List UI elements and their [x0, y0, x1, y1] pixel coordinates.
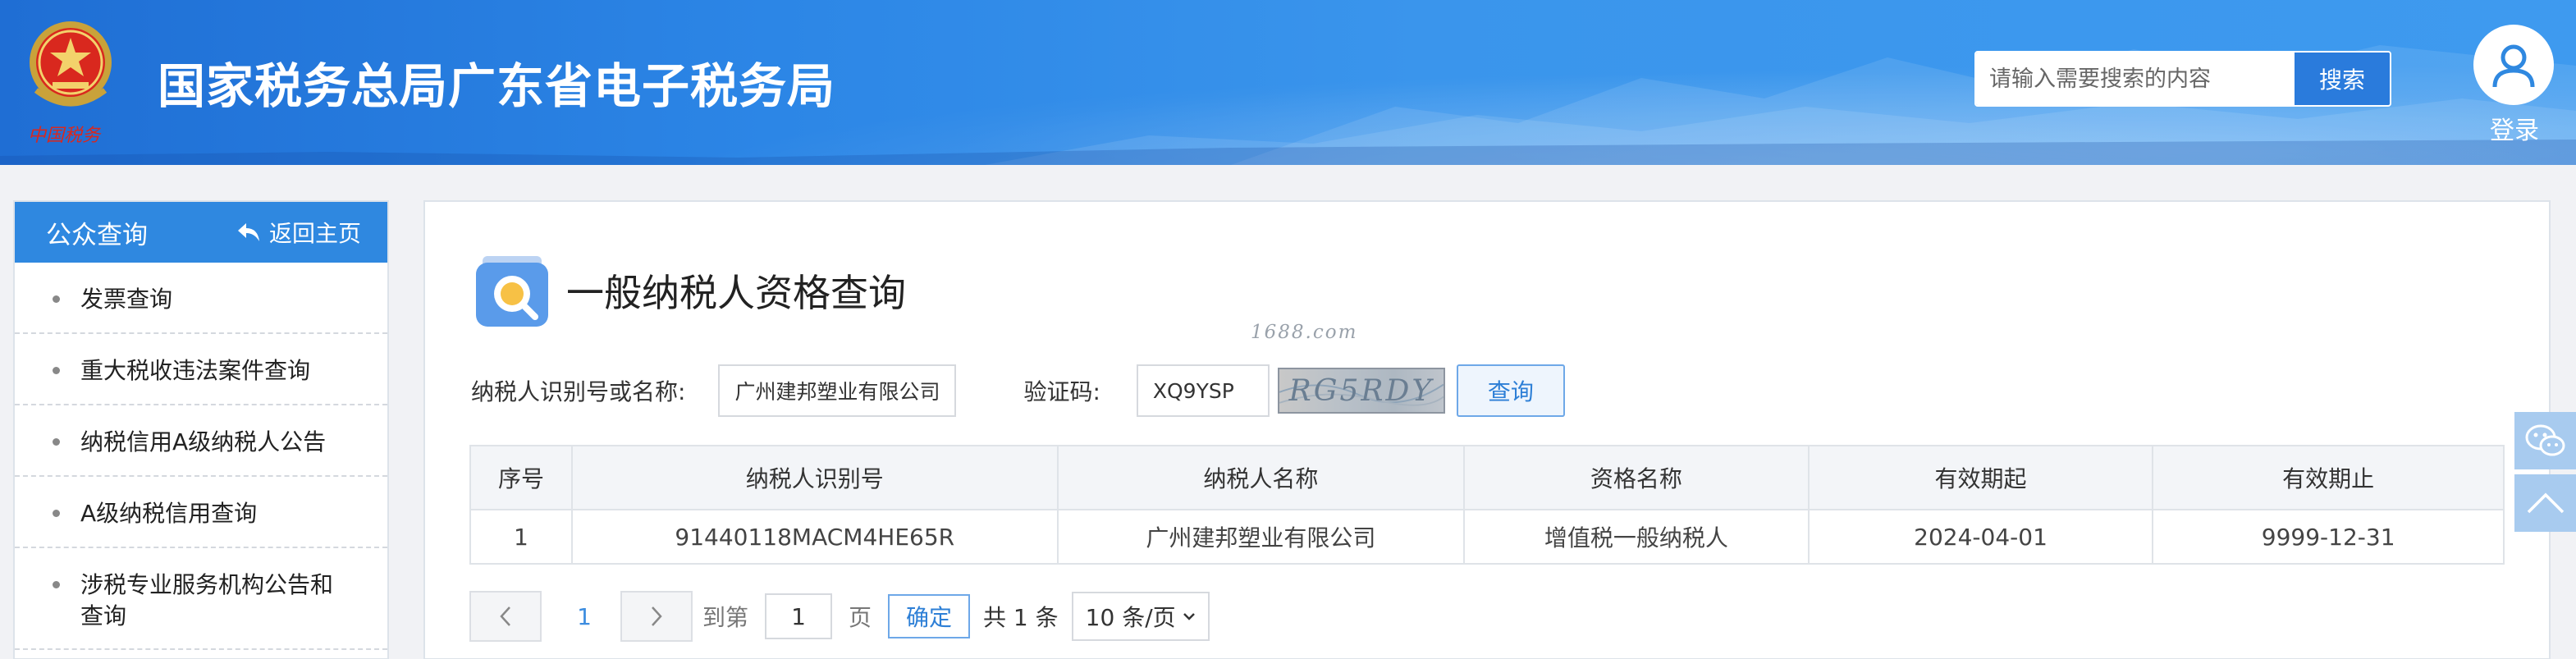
sidebar-item-label: 重大税收违法案件查询 [80, 356, 311, 384]
site-header: 中国税务 国家税务总局广东省电子税务局 搜索 登录 [0, 0, 2576, 165]
back-home-label: 返回主页 [268, 220, 361, 247]
bullet-dot [53, 510, 60, 517]
goto-label: 到第 [702, 604, 749, 631]
login-button[interactable]: 登录 [2473, 25, 2555, 146]
back-to-top-button[interactable] [2514, 474, 2576, 532]
captcha-text: RG5RDY [1288, 373, 1434, 408]
main-panel: 一般纳税人资格查询 1688.com 纳税人识别号或名称: 验证码: RG5RD… [423, 200, 2551, 659]
bullet-dot [53, 438, 60, 446]
bullet-dot [53, 367, 60, 374]
taxpayer-input[interactable] [718, 364, 957, 417]
query-button[interactable]: 查询 [1456, 364, 1565, 417]
header-search: 搜索 [1974, 51, 2391, 107]
taxpayer-label: 纳税人识别号或名称: [471, 378, 686, 405]
page-heading: 一般纳税人资格查询 [474, 253, 906, 328]
table-cell: 广州建邦塑业有限公司 [1056, 509, 1466, 565]
site-title: 国家税务总局广东省电子税务局 [158, 58, 836, 114]
captcha-input[interactable] [1136, 364, 1270, 417]
sidebar-item-major-violations[interactable]: 重大税收违法案件查询 [15, 334, 387, 405]
wechat-icon [2525, 424, 2565, 456]
sidebar-header: 公众查询 返回主页 [15, 202, 387, 263]
sidebar-item-label: 涉税专业服务机构公告和查询 [80, 571, 334, 629]
emblem-script-text: 中国税务 [28, 126, 102, 146]
search-button[interactable]: 搜索 [2293, 53, 2390, 105]
goto-confirm-button[interactable]: 确定 [888, 594, 971, 638]
tax-emblem-logo: 中国税务 [28, 21, 112, 146]
back-arrow-icon [237, 223, 259, 241]
column-header: 纳税人识别号 [570, 445, 1059, 510]
bullet-dot [53, 295, 60, 303]
sidebar-item-invoice-query[interactable]: 发票查询 [15, 263, 387, 334]
page-size-select[interactable]: 10 条/页 [1071, 592, 1210, 641]
query-form: 纳税人识别号或名称: 验证码: RG5RDY 查询 [471, 364, 1565, 417]
sidebar-item-label: 纳税信用A级纳税人公告 [80, 428, 327, 455]
back-home-link[interactable]: 返回主页 [236, 216, 361, 249]
sidebar-item-agency-query[interactable]: 涉税专业服务机构公告和查询 [15, 548, 387, 650]
total-count: 共 1 条 [983, 604, 1059, 631]
table-cell: 增值税一般纳税人 [1463, 509, 1810, 565]
column-header: 资格名称 [1463, 445, 1810, 510]
captcha-label: 验证码: [1023, 378, 1100, 405]
table-cell: 91440118MACM4HE65R [570, 509, 1059, 565]
prev-page-button[interactable] [469, 591, 542, 642]
user-icon [2473, 25, 2554, 105]
search-query-icon [476, 256, 548, 327]
login-label: 登录 [2490, 117, 2539, 145]
column-header: 有效期止 [2152, 445, 2505, 510]
watermark: 1688.com [1251, 322, 1358, 343]
bullet-dot [53, 581, 60, 588]
table-header-row: 序号 纳税人识别号 纳税人名称 资格名称 有效期起 有效期止 [469, 445, 2505, 510]
next-page-button[interactable] [620, 591, 693, 642]
pagination: 1 到第 页 确定 共 1 条 10 条/页 [469, 591, 1210, 642]
sidebar-item-a-credit-query[interactable]: A级纳税信用查询 [15, 477, 387, 548]
sidebar-item-label: 发票查询 [80, 285, 173, 313]
table-cell: 1 [469, 509, 573, 565]
page-title: 一般纳税人资格查询 [566, 271, 906, 315]
sidebar-menu: 发票查询 重大税收违法案件查询 纳税信用A级纳税人公告 A级纳税信用查询 涉税专… [15, 263, 387, 650]
column-header: 有效期起 [1807, 445, 2154, 510]
chevron-down-icon [1183, 613, 1195, 620]
page-unit-label: 页 [849, 604, 872, 631]
page-size-value: 10 条/页 [1085, 604, 1176, 631]
chevron-up-icon [2527, 492, 2564, 514]
sidebar: 公众查询 返回主页 发票查询 重大税收违法案件查询 纳税信用A级纳税人公告 A级… [13, 200, 389, 659]
table-row: 1 91440118MACM4HE65R 广州建邦塑业有限公司 增值税一般纳税人… [469, 509, 2505, 565]
table-cell: 2024-04-01 [1807, 509, 2154, 565]
sidebar-item-label: A级纳税信用查询 [80, 499, 258, 527]
floating-tools [2514, 412, 2576, 537]
column-header: 序号 [469, 445, 573, 510]
captcha-image[interactable]: RG5RDY [1277, 368, 1445, 414]
sidebar-item-a-credit-notice[interactable]: 纳税信用A级纳税人公告 [15, 405, 387, 477]
search-input[interactable] [1976, 53, 2293, 105]
table-cell: 9999-12-31 [2152, 509, 2505, 565]
chevron-left-icon [500, 606, 510, 626]
goto-page-input[interactable] [765, 593, 833, 639]
wechat-button[interactable] [2514, 412, 2576, 469]
sidebar-title: 公众查询 [46, 220, 148, 250]
results-table: 序号 纳税人识别号 纳税人名称 资格名称 有效期起 有效期止 1 9144011… [469, 445, 2505, 565]
column-header: 纳税人名称 [1056, 445, 1466, 510]
page-number-current[interactable]: 1 [556, 603, 612, 630]
chevron-right-icon [652, 606, 662, 626]
